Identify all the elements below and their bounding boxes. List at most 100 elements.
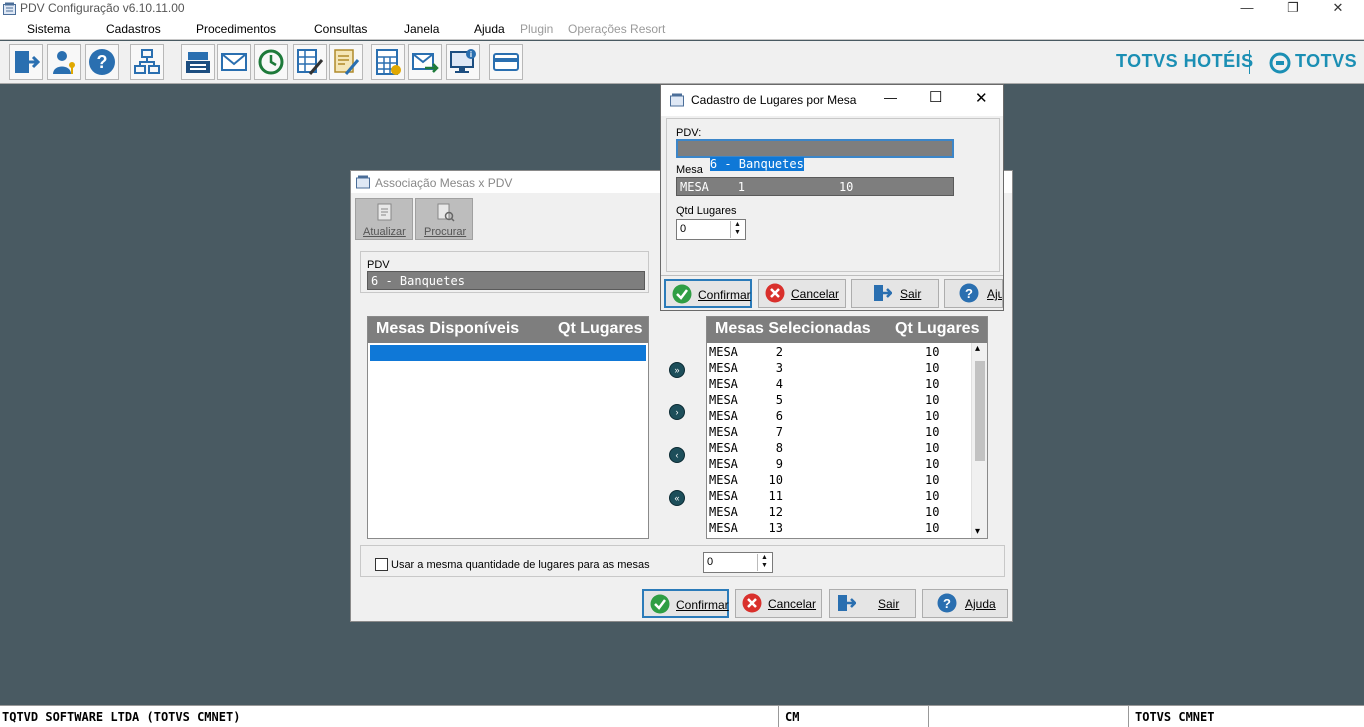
selected-row[interactable]: MESA 12 10 <box>709 505 971 521</box>
history-toolbar-button[interactable] <box>254 44 288 80</box>
move-left-button[interactable]: ‹ <box>669 447 685 463</box>
selected-row-num: 7 <box>775 425 783 439</box>
send-mail-toolbar-button[interactable] <box>408 44 442 80</box>
selected-row-qty: 10 <box>925 457 940 471</box>
selected-row[interactable]: MESA 5 10 <box>709 393 971 409</box>
menu-cadastros[interactable]: Cadastros <box>106 22 161 36</box>
assoc-cancelar-button[interactable]: Cancelar <box>735 589 822 618</box>
mail-send-icon <box>412 53 439 73</box>
cash-register-toolbar-button[interactable] <box>181 44 215 80</box>
cadastro-sair-button[interactable]: Sair <box>851 279 939 308</box>
menu-plugin[interactable]: Plugin <box>520 22 553 36</box>
spinner-arrows[interactable]: ▲ ▼ <box>730 221 744 238</box>
same-qty-checkbox[interactable] <box>375 558 388 571</box>
cadastro-qtd-spinner[interactable]: 0 ▲ ▼ <box>676 219 746 240</box>
document-edit-toolbar-button[interactable] <box>329 44 363 80</box>
exit-door-icon <box>874 285 892 301</box>
cadastro-sair-label: Sair <box>900 287 922 301</box>
spin-down-icon[interactable]: ▼ <box>758 562 771 570</box>
move-all-right-button[interactable]: » <box>669 362 685 378</box>
grid-edit-toolbar-button[interactable] <box>293 44 327 80</box>
assoc-confirmar-button[interactable]: Confirmar <box>642 589 729 618</box>
scroll-up-icon[interactable]: ▴ <box>975 343 980 354</box>
scroll-down-icon[interactable]: ▾ <box>975 526 980 537</box>
selected-row[interactable]: MESA 11 10 <box>709 489 971 505</box>
available-tables-list[interactable]: Mesas Disponíveis Qt Lugares MESA 1 10 <box>367 316 649 539</box>
cadastro-ajuda-button[interactable]: ? Aju <box>944 279 1003 308</box>
procurar-button[interactable]: Procurar <box>415 198 473 240</box>
calculator-toolbar-button[interactable] <box>371 44 405 80</box>
selected-row[interactable]: MESA 2 10 <box>709 345 971 361</box>
pdv-field[interactable]: 6 - Banquetes <box>367 271 645 290</box>
status-company: TQTVD SOFTWARE LTDA (TOTVS CMNET) <box>2 710 241 724</box>
assoc-dialog-title: Associação Mesas x PDV <box>375 176 513 190</box>
menu-sistema[interactable]: Sistema <box>27 22 70 36</box>
selected-row[interactable]: MESA 8 10 <box>709 441 971 457</box>
brand-totvs-hoteis: TOTVS HOTÉIS <box>1116 51 1254 71</box>
selected-row-num: 11 <box>768 489 783 503</box>
cadastro-cancelar-button[interactable]: Cancelar <box>758 279 846 308</box>
selected-list-scrollbar[interactable]: ▴ ▾ <box>971 343 987 538</box>
menu-janela[interactable]: Janela <box>404 22 439 36</box>
cadastro-maximize-button[interactable]: ☐ <box>929 88 942 106</box>
mail-toolbar-button[interactable] <box>217 44 251 80</box>
move-all-left-button[interactable]: « <box>669 490 685 506</box>
cancel-x-icon <box>765 283 785 303</box>
selected-row-num: 13 <box>768 521 783 535</box>
cadastro-close-button[interactable]: ✕ <box>975 89 988 107</box>
selected-row[interactable]: MESA 3 10 <box>709 361 971 377</box>
minimize-button[interactable]: — <box>1224 0 1270 18</box>
assoc-ajuda-button[interactable]: ? Ajuda <box>922 589 1008 618</box>
app-title: PDV Configuração v6.10.11.00 <box>20 1 185 15</box>
monitor-info-toolbar-button[interactable]: i <box>446 44 480 80</box>
available-row[interactable]: MESA 1 10 <box>370 345 646 401</box>
menu-operacoes-resort[interactable]: Operações Resort <box>568 22 665 36</box>
same-qty-spinner[interactable]: 0 ▲ ▼ <box>703 552 773 573</box>
menu-ajuda[interactable]: Ajuda <box>474 22 505 36</box>
cadastro-minimize-button[interactable]: — <box>884 90 897 105</box>
spin-down-icon[interactable]: ▼ <box>731 229 744 237</box>
cadastro-qtd-value: 0 <box>680 223 687 235</box>
cadastro-mesa-field[interactable]: MESA 1 10 <box>676 177 954 196</box>
user-key-toolbar-button[interactable] <box>47 44 81 80</box>
selected-row-name: MESA <box>709 489 738 503</box>
status-user: TOTVS CMNET <box>1135 710 1215 724</box>
atualizar-button[interactable]: Atualizar <box>355 198 413 240</box>
selected-row-num: 3 <box>775 361 783 375</box>
hierarchy-toolbar-button[interactable] <box>130 44 164 80</box>
spin-up-icon[interactable]: ▲ <box>731 221 744 229</box>
selected-row[interactable]: MESA 9 10 <box>709 457 971 473</box>
cadastro-dialog-title: Cadastro de Lugares por Mesa <box>691 93 857 107</box>
menu-procedimentos[interactable]: Procedimentos <box>196 22 276 36</box>
help-toolbar-button[interactable]: ? <box>85 44 119 80</box>
spin-up-icon[interactable]: ▲ <box>758 554 771 562</box>
calculator-icon <box>376 49 401 75</box>
same-qty-label: Usar a mesma quantidade de lugares para … <box>391 559 650 571</box>
selected-row[interactable]: MESA 6 10 <box>709 409 971 425</box>
monitor-info-icon: i <box>450 49 476 73</box>
cadastro-lugares-dialog: Cadastro de Lugares por Mesa — ☐ ✕ PDV: … <box>660 84 1004 311</box>
assoc-ajuda-label: Ajuda <box>965 597 996 611</box>
selected-row-num: 6 <box>775 409 783 423</box>
cadastro-divider <box>661 275 1003 276</box>
restore-button[interactable]: ❐ <box>1270 0 1316 18</box>
dialog-app-icon <box>356 175 370 189</box>
selected-row[interactable]: MESA 4 10 <box>709 377 971 393</box>
close-button[interactable]: ✕ <box>1315 0 1361 18</box>
selected-row[interactable]: MESA 7 10 <box>709 425 971 441</box>
spinner-arrows[interactable]: ▲ ▼ <box>757 554 771 571</box>
help-circle-icon: ? <box>937 593 957 613</box>
selected-row[interactable]: MESA 10 10 <box>709 473 971 489</box>
card-toolbar-button[interactable] <box>489 44 523 80</box>
scrollbar-thumb[interactable] <box>975 361 985 461</box>
menu-consultas[interactable]: Consultas <box>314 22 367 36</box>
cadastro-pdv-field[interactable]: 6 - Banquetes <box>676 139 954 171</box>
help-circle-icon: ? <box>959 283 979 303</box>
cadastro-ajuda-label: Aju <box>987 287 1003 301</box>
move-right-button[interactable]: › <box>669 404 685 420</box>
selected-row[interactable]: MESA 13 10 <box>709 521 971 537</box>
assoc-sair-button[interactable]: Sair <box>829 589 916 618</box>
selected-tables-list[interactable]: Mesas Selecionadas Qt Lugares MESA 2 10 MES… <box>706 316 988 539</box>
exit-toolbar-button[interactable] <box>9 44 43 80</box>
cadastro-confirmar-button[interactable]: Confirmar <box>664 279 752 308</box>
